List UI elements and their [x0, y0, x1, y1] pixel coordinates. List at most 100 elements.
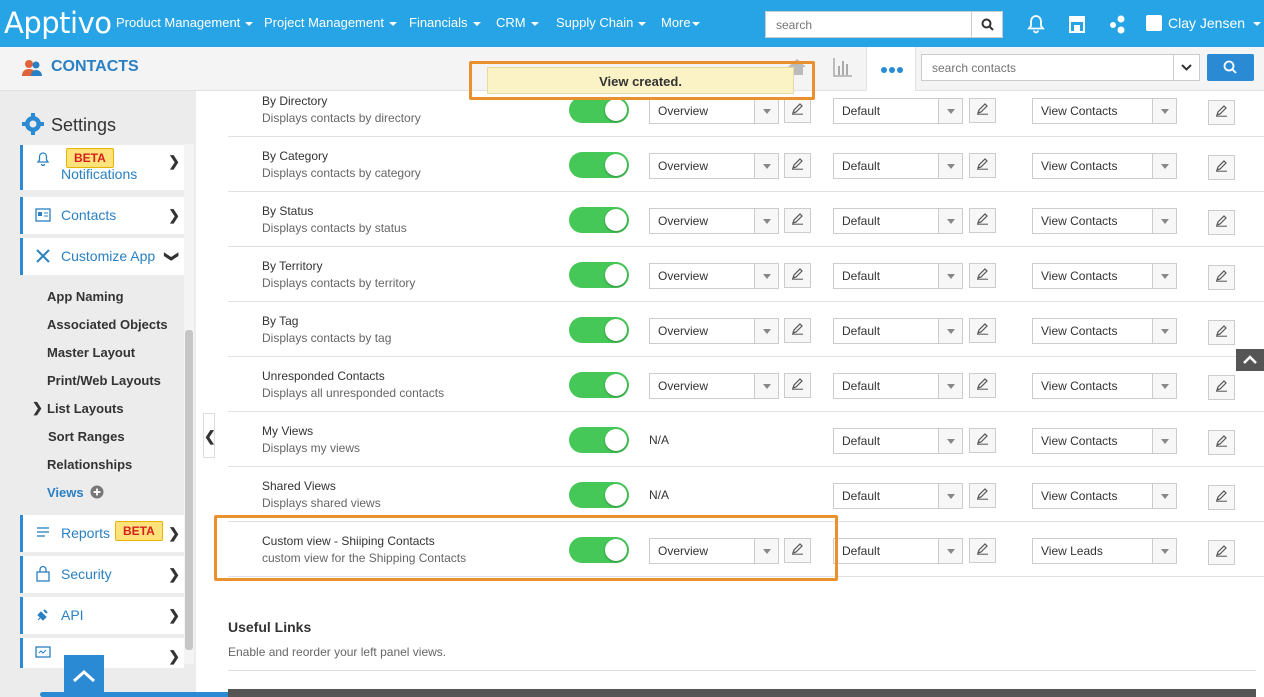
nav-more[interactable]: More	[661, 15, 700, 30]
edit-layout-button[interactable]	[784, 263, 811, 288]
sidebar-scrollbar-thumb[interactable]	[185, 330, 193, 650]
edit-sort-button[interactable]	[969, 373, 996, 398]
view-enabled-toggle[interactable]	[569, 427, 629, 453]
search-contacts-input[interactable]	[921, 54, 1174, 81]
sort-select-value: Default	[842, 159, 881, 173]
submenu-app-naming[interactable]: App Naming	[47, 289, 124, 304]
layout-select[interactable]: Overview	[649, 318, 779, 344]
view-enabled-toggle[interactable]	[569, 97, 629, 123]
submenu-master-layout[interactable]: Master Layout	[47, 345, 135, 360]
lock-icon	[36, 565, 50, 582]
nav-crm[interactable]: CRM	[496, 15, 539, 30]
target-app-select-value: View Contacts	[1041, 324, 1118, 338]
layout-select[interactable]: Overview	[649, 208, 779, 234]
sort-select[interactable]: Default	[833, 98, 963, 124]
share-icon[interactable]	[1106, 13, 1128, 35]
submenu-associated-objects[interactable]: Associated Objects	[47, 317, 168, 332]
edit-sort-button[interactable]	[969, 428, 996, 453]
sort-select[interactable]: Default	[833, 483, 963, 509]
edit-target-button[interactable]	[1208, 155, 1235, 180]
submenu-relationships[interactable]: Relationships	[47, 457, 132, 472]
analytics-icon[interactable]	[832, 56, 854, 78]
layout-select[interactable]: Overview	[649, 373, 779, 399]
sidebar-item-customize-app[interactable]: Customize App ❯	[20, 238, 184, 275]
nav-supply-chain[interactable]: Supply Chain	[556, 15, 647, 30]
target-app-select[interactable]: View Contacts	[1032, 483, 1177, 509]
target-app-select[interactable]: View Contacts	[1032, 153, 1177, 179]
edit-sort-button[interactable]	[969, 153, 996, 178]
edit-layout-button[interactable]	[784, 208, 811, 233]
view-enabled-toggle[interactable]	[569, 262, 629, 288]
add-view-icon[interactable]	[90, 485, 104, 499]
view-title: My Views	[262, 424, 314, 438]
pencil-icon	[976, 432, 989, 450]
global-search-button[interactable]	[971, 11, 1003, 38]
chevron-down-icon	[938, 154, 962, 178]
view-enabled-toggle[interactable]	[569, 372, 629, 398]
edit-target-button[interactable]	[1208, 430, 1235, 455]
sort-select[interactable]: Default	[833, 153, 963, 179]
edit-layout-button[interactable]	[784, 98, 811, 123]
submenu-views[interactable]: Views	[47, 485, 84, 500]
store-icon[interactable]	[1066, 13, 1088, 35]
edit-layout-button[interactable]	[784, 318, 811, 343]
edit-target-button[interactable]	[1208, 100, 1235, 125]
pencil-icon	[791, 267, 804, 285]
sidebar-item-security[interactable]: Security ❯	[20, 556, 184, 593]
target-app-select[interactable]: View Contacts	[1032, 208, 1177, 234]
edit-sort-button[interactable]	[969, 318, 996, 343]
scroll-up-button[interactable]	[64, 655, 104, 697]
submenu-sort-ranges[interactable]: Sort Ranges	[48, 429, 125, 444]
view-enabled-toggle[interactable]	[569, 152, 629, 178]
sort-select[interactable]: Default	[833, 318, 963, 344]
target-app-select[interactable]: View Contacts	[1032, 98, 1177, 124]
useful-links-table-header	[228, 689, 1256, 697]
target-app-select[interactable]: View Contacts	[1032, 318, 1177, 344]
target-app-select[interactable]: View Contacts	[1032, 263, 1177, 289]
edit-sort-button[interactable]	[969, 263, 996, 288]
user-name: Clay Jensen	[1168, 15, 1246, 31]
sort-select[interactable]: Default	[833, 263, 963, 289]
bell-icon[interactable]	[1025, 13, 1047, 35]
target-app-select[interactable]: View Contacts	[1032, 373, 1177, 399]
sort-select[interactable]: Default	[833, 373, 963, 399]
view-enabled-toggle[interactable]	[569, 482, 629, 508]
sidebar-item-contacts[interactable]: Contacts ❯	[20, 197, 184, 234]
edit-sort-button[interactable]	[969, 208, 996, 233]
edit-target-button[interactable]	[1208, 320, 1235, 345]
layout-select[interactable]: Overview	[649, 153, 779, 179]
user-menu[interactable]: Clay Jensen	[1146, 15, 1262, 31]
sort-select[interactable]: Default	[833, 428, 963, 454]
search-contacts-button[interactable]	[1207, 54, 1254, 81]
edit-target-button[interactable]	[1208, 540, 1235, 565]
submenu-print-web-layouts[interactable]: Print/Web Layouts	[47, 373, 161, 388]
nav-product-management[interactable]: Product Management	[116, 15, 254, 30]
view-enabled-toggle[interactable]	[569, 317, 629, 343]
chevron-right-icon: ❯	[168, 153, 180, 169]
sort-select[interactable]: Default	[833, 208, 963, 234]
edit-sort-button[interactable]	[969, 538, 996, 563]
nav-financials[interactable]: Financials	[409, 15, 481, 30]
target-app-select[interactable]: View Leads	[1032, 538, 1177, 564]
edit-sort-button[interactable]	[969, 483, 996, 508]
back-to-top-button[interactable]	[1236, 349, 1264, 371]
edit-target-button[interactable]	[1208, 210, 1235, 235]
edit-layout-button[interactable]	[784, 373, 811, 398]
view-enabled-toggle[interactable]	[569, 207, 629, 233]
sort-select[interactable]: Default	[833, 538, 963, 564]
edit-target-button[interactable]	[1208, 265, 1235, 290]
edit-target-button[interactable]	[1208, 375, 1235, 400]
app-logo[interactable]: Apptivo	[4, 6, 112, 40]
layout-select[interactable]: Overview	[649, 98, 779, 124]
search-contacts-dropdown[interactable]	[1173, 54, 1200, 81]
layout-select[interactable]: Overview	[649, 263, 779, 289]
nav-project-management[interactable]: Project Management	[264, 15, 397, 30]
edit-sort-button[interactable]	[969, 98, 996, 123]
edit-target-button[interactable]	[1208, 485, 1235, 510]
edit-layout-button[interactable]	[784, 153, 811, 178]
target-app-select[interactable]: View Contacts	[1032, 428, 1177, 454]
chevron-down-icon	[1152, 209, 1176, 233]
sidebar-item-api[interactable]: API ❯	[20, 597, 184, 634]
submenu-list-layouts[interactable]: List Layouts	[47, 401, 124, 416]
global-search-input[interactable]	[765, 11, 973, 38]
